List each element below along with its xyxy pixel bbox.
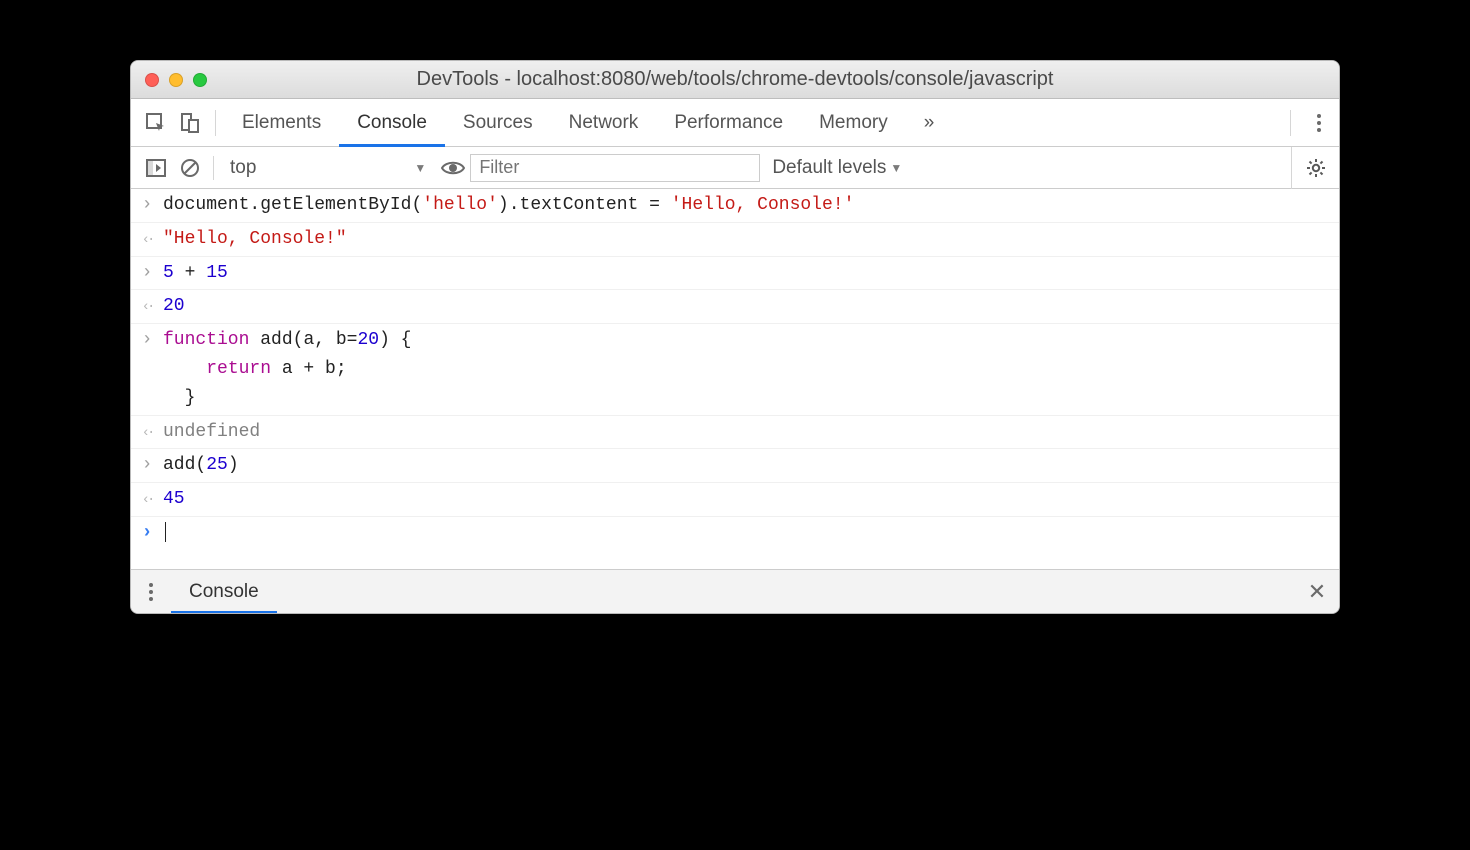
prompt-icon [135,519,159,548]
console-input-line: 5 + 15 [131,257,1339,291]
console-line-content: document.getElementById('hello').textCon… [159,191,854,220]
console-prompt-input[interactable] [159,519,166,548]
drawer-tab-console[interactable]: Console [171,570,277,614]
console-output[interactable]: document.getElementById('hello').textCon… [131,189,1339,569]
log-levels-label: Default levels [772,157,886,179]
drawer-close-button[interactable]: ✕ [1295,579,1339,605]
console-output-line: 20 [131,290,1339,324]
console-input-line: add(25) [131,449,1339,483]
chevron-down-icon: ▼ [414,161,426,175]
log-levels-select[interactable]: Default levels ▼ [772,157,902,179]
panel-tabbar: ElementsConsoleSourcesNetworkPerformance… [131,99,1339,147]
console-line-content: 45 [159,485,185,514]
chevron-down-icon: ▼ [890,161,902,175]
console-prompt[interactable] [131,517,1339,550]
input-prompt-icon [135,191,159,220]
separator [213,156,214,180]
device-toolbar-icon[interactable] [173,108,207,138]
tab-elements[interactable]: Elements [224,99,339,147]
console-line-content: 5 + 15 [159,259,228,288]
separator [1290,110,1291,136]
console-input-line: function add(a, b=20) { return a + b; } [131,324,1339,415]
input-prompt-icon [135,259,159,288]
tab-sources[interactable]: Sources [445,99,551,147]
console-line-content: 20 [159,292,185,321]
window-zoom-button[interactable] [193,73,207,87]
separator [215,110,216,136]
console-line-content: "Hello, Console!" [159,225,347,254]
execution-context-select[interactable]: top ▼ [220,155,436,181]
input-prompt-icon [135,451,159,480]
tab-memory[interactable]: Memory [801,99,906,147]
drawer-menu-button[interactable] [131,581,171,603]
tab-network[interactable]: Network [551,99,657,147]
output-indicator-icon [135,485,159,514]
window-minimize-button[interactable] [169,73,183,87]
console-line-content: add(25) [159,451,239,480]
console-sidebar-toggle-icon[interactable] [139,153,173,183]
console-input-line: document.getElementById('hello').textCon… [131,189,1339,223]
console-line-content: function add(a, b=20) { return a + b; } [159,326,411,412]
drawer: Console ✕ [131,569,1339,613]
console-output-line: 45 [131,483,1339,517]
titlebar[interactable]: DevTools - localhost:8080/web/tools/chro… [131,61,1339,99]
output-indicator-icon [135,418,159,447]
output-indicator-icon [135,225,159,254]
clear-console-icon[interactable] [173,153,207,183]
console-toolbar: top ▼ Default levels ▼ [131,147,1339,189]
tab-console[interactable]: Console [339,99,445,147]
execution-context-label: top [230,157,256,179]
window-close-button[interactable] [145,73,159,87]
filter-input[interactable] [470,154,760,182]
tabs-overflow-button[interactable]: » [906,99,953,147]
live-expression-icon[interactable] [436,153,470,183]
inspect-element-icon[interactable] [139,108,173,138]
window-title: DevTools - localhost:8080/web/tools/chro… [131,68,1339,91]
console-settings-button[interactable] [1291,147,1339,189]
filter-input-field[interactable] [479,157,751,178]
tab-performance[interactable]: Performance [656,99,801,147]
main-menu-button[interactable] [1299,112,1339,134]
input-prompt-icon [135,326,159,412]
console-line-content: undefined [159,418,260,447]
console-output-line: undefined [131,416,1339,450]
traffic-lights [145,73,207,87]
console-output-line: "Hello, Console!" [131,223,1339,257]
devtools-window: DevTools - localhost:8080/web/tools/chro… [130,60,1340,614]
output-indicator-icon [135,292,159,321]
